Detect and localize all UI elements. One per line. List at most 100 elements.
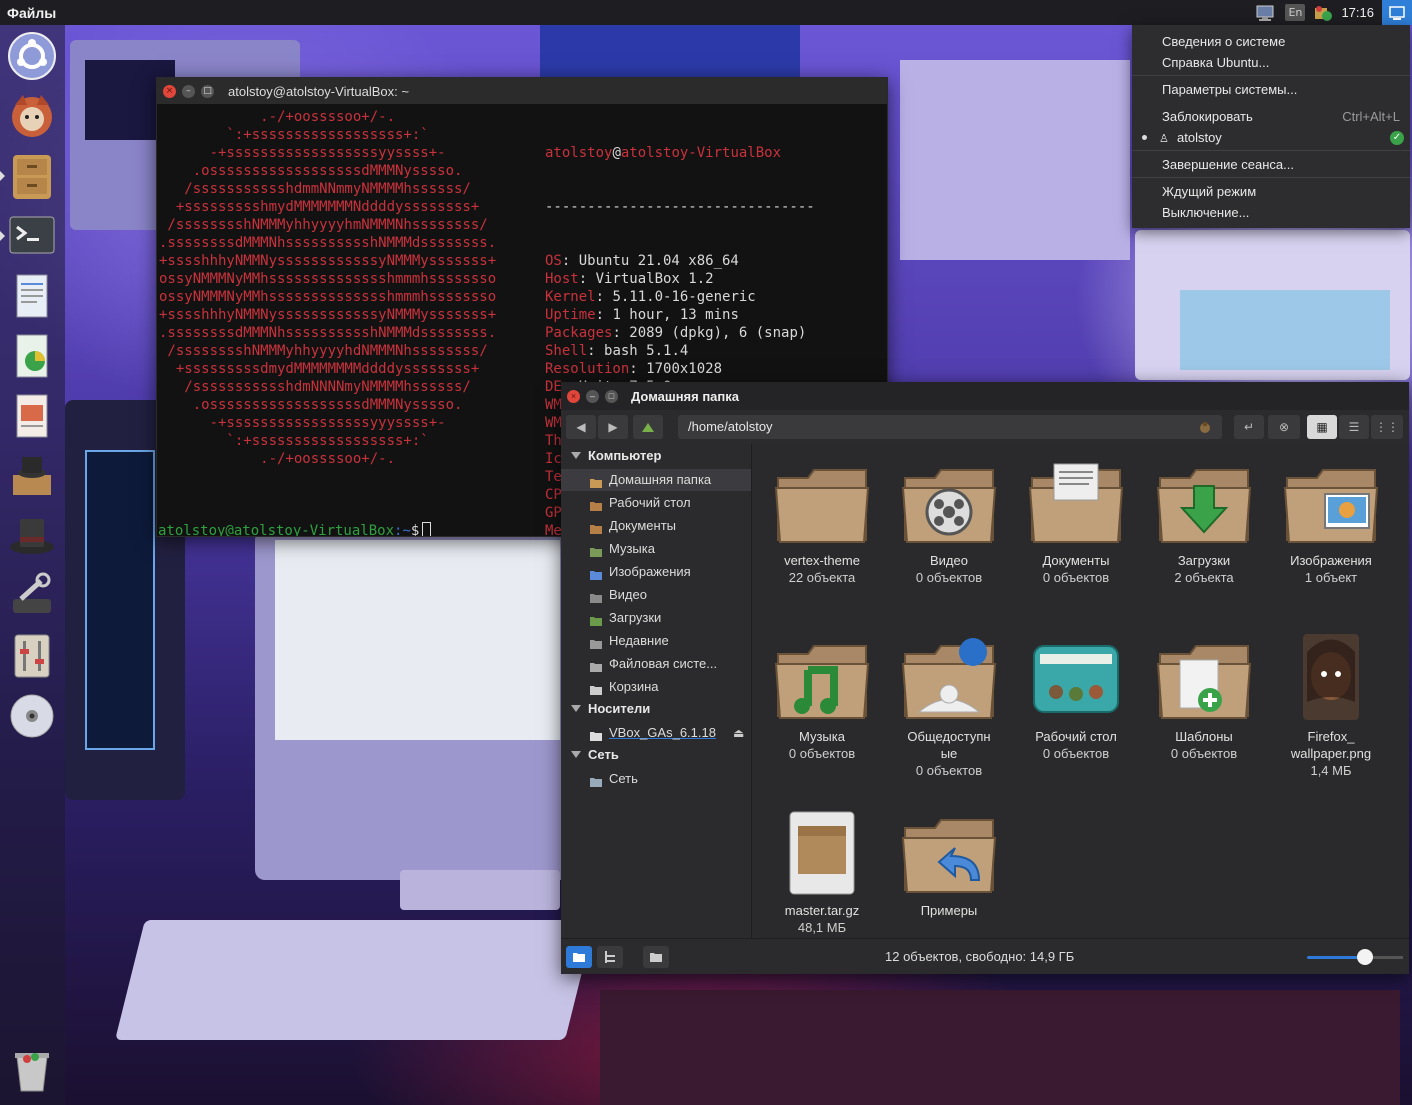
sidebar-item-computer-3[interactable]: Музыка: [561, 538, 751, 560]
sidebar-item-device-0[interactable]: VBox_GAs_6.1.18 ⏏: [561, 722, 751, 744]
eject-icon[interactable]: ⏏: [733, 722, 744, 744]
maximize-button[interactable]: □: [201, 84, 214, 98]
file-item[interactable]: Рабочий стол 0 объектов: [1011, 632, 1141, 762]
forward-button[interactable]: ▶: [598, 415, 628, 439]
open-terminal-button[interactable]: ↵: [1234, 415, 1264, 439]
location-bar[interactable]: /home/atolstoy: [678, 415, 1222, 439]
sidebar-item-computer-5[interactable]: Видео: [561, 584, 751, 606]
sidebar-item-computer-8[interactable]: Файловая систе...: [561, 653, 751, 675]
minimize-button[interactable]: –: [182, 84, 195, 98]
shell-prompt[interactable]: atolstoy@atolstoy-VirtualBox:~$: [158, 522, 432, 536]
system-menu-item[interactable]: Выключение...: [1162, 202, 1402, 223]
neofetch-user-host: atolstoy@atolstoy-VirtualBox: [545, 145, 782, 161]
minimize-button[interactable]: –: [586, 389, 599, 403]
file-item[interactable]: vertex-theme 22 объекта: [757, 456, 887, 586]
sidebar-item-computer-4[interactable]: Изображения: [561, 561, 751, 583]
menu-item-label: Сведения о системе: [1162, 34, 1286, 49]
file-item[interactable]: Музыка 0 объектов: [757, 632, 887, 762]
calc-icon[interactable]: [5, 329, 59, 383]
extra-pane-button[interactable]: [643, 946, 669, 968]
system-menu-item[interactable]: Параметры системы...: [1162, 79, 1402, 100]
icon-view-button[interactable]: ▦: [1307, 415, 1337, 439]
writer-icon[interactable]: [5, 269, 59, 323]
firefox-icon[interactable]: [5, 89, 59, 143]
ubuntu-dash-icon[interactable]: [5, 29, 59, 83]
expander-triangle-icon[interactable]: [571, 452, 581, 459]
parent-folder-button[interactable]: [633, 415, 663, 439]
sidebar-item-computer-1[interactable]: Рабочий стол: [561, 492, 751, 514]
file-manager-toolbar: ◀ ▶ /home/atolstoy ↵ ⊗ ▦ ☰ ⋮⋮: [561, 410, 1409, 444]
back-button[interactable]: ◀: [566, 415, 596, 439]
file-manager-titlebar[interactable]: × – □ Домашняя папка: [561, 382, 1409, 410]
menu-item-label: Завершение сеанса...: [1162, 157, 1294, 172]
menu-item-label: Заблокировать: [1162, 109, 1253, 124]
file-name: Примеры: [920, 903, 978, 918]
sidebar-header-computer[interactable]: Компьютер: [571, 446, 661, 466]
system-menu-item[interactable]: Справка Ubuntu...: [1162, 52, 1402, 73]
menu-item-label: Выключение...: [1162, 205, 1250, 220]
info-key: Kernel: [545, 289, 596, 305]
file-item[interactable]: master.tar.gz 48,1 МБ: [757, 806, 887, 936]
sidebar-header-network[interactable]: Сеть: [571, 745, 619, 765]
file-item[interactable]: Видео 0 объектов: [884, 456, 1014, 586]
info-key: Shell: [545, 343, 588, 359]
expander-triangle-icon[interactable]: [571, 751, 581, 758]
sidebar-item-computer-0[interactable]: Домашняя папка: [561, 469, 751, 491]
file-item[interactable]: Изображения 1 объект: [1266, 456, 1396, 586]
location-edit-icon[interactable]: [1198, 420, 1212, 434]
file-item[interactable]: Примеры: [884, 806, 1014, 919]
list-view-button[interactable]: ☰: [1339, 415, 1369, 439]
close-button[interactable]: ×: [163, 84, 176, 98]
show-places-button[interactable]: [566, 946, 592, 968]
file-item[interactable]: Общедоступн ые 0 объектов: [884, 632, 1014, 779]
expander-triangle-icon[interactable]: [571, 705, 581, 712]
info-colon: :: [595, 289, 613, 305]
clock[interactable]: 17:16: [1341, 5, 1374, 20]
search-button[interactable]: ⊗: [1268, 415, 1300, 439]
terminal-icon[interactable]: [0, 209, 59, 263]
settings-icon[interactable]: [5, 569, 59, 623]
software-icon[interactable]: [5, 449, 59, 503]
system-menu-icon[interactable]: [1382, 0, 1412, 25]
ascii-logo-line: .-/+oossssoo+/-.: [159, 109, 396, 125]
neofetch-info-row: Host: VirtualBox 1.2: [545, 270, 823, 288]
hat-icon[interactable]: [5, 509, 59, 563]
sidebar-item-computer-7[interactable]: Недавние: [561, 630, 751, 652]
show-tree-button[interactable]: [597, 946, 623, 968]
current-user-dot-icon: [1142, 135, 1147, 140]
system-menu-item[interactable]: Ждущий режим: [1162, 181, 1402, 202]
updates-indicator-icon[interactable]: [1313, 0, 1333, 25]
folder-icon: [589, 566, 603, 580]
system-menu-item[interactable]: ♙ atolstoy ✓: [1142, 127, 1404, 148]
status-bar: 12 объектов, свободно: 14,9 ГБ: [561, 938, 1409, 974]
mixer-icon[interactable]: [5, 629, 59, 683]
sidebar-item-computer-2[interactable]: Документы: [561, 515, 751, 537]
zoom-slider[interactable]: [1307, 956, 1403, 959]
terminal-titlebar[interactable]: × – □ atolstoy@atolstoy-VirtualBox: ~: [157, 78, 887, 104]
keyboard-layout-indicator[interactable]: En: [1285, 0, 1306, 25]
files-view[interactable]: vertex-theme 22 объекта Видео 0 объектов Док…: [753, 444, 1409, 938]
sidebar-item-computer-6[interactable]: Загрузки: [561, 607, 751, 629]
file-item[interactable]: Шаблоны 0 объектов: [1139, 632, 1269, 762]
maximize-button[interactable]: □: [605, 389, 618, 403]
system-menu-item[interactable]: Сведения о системе: [1162, 31, 1402, 52]
impress-icon[interactable]: [5, 389, 59, 443]
info-key: Packages: [545, 325, 613, 341]
compact-view-button[interactable]: ⋮⋮: [1371, 415, 1403, 439]
trash-icon[interactable]: [5, 1043, 59, 1097]
file-item[interactable]: Firefox_ wallpaper.png 1,4 МБ: [1266, 632, 1396, 779]
ascii-logo-line: /ssssssssssshdmmNNmmyNMMMMhssssss/: [159, 181, 471, 197]
zoom-slider-handle[interactable]: [1356, 949, 1373, 965]
file-item[interactable]: Документы 0 объектов: [1011, 456, 1141, 586]
disc-icon[interactable]: [5, 689, 59, 743]
sidebar-item-computer-9[interactable]: Корзина: [561, 676, 751, 698]
sidebar-item-network-0[interactable]: Сеть: [561, 768, 751, 790]
network-indicator-icon[interactable]: [1255, 0, 1277, 25]
system-menu-item[interactable]: Завершение сеанса...: [1162, 154, 1402, 175]
files-icon[interactable]: [0, 149, 59, 203]
file-item[interactable]: Загрузки 2 объекта: [1139, 456, 1269, 586]
close-button[interactable]: ×: [567, 389, 580, 403]
file-name: Рабочий стол: [1035, 729, 1117, 744]
sidebar-header-devices[interactable]: Носители: [571, 699, 650, 719]
video-folder-icon: [899, 456, 999, 548]
